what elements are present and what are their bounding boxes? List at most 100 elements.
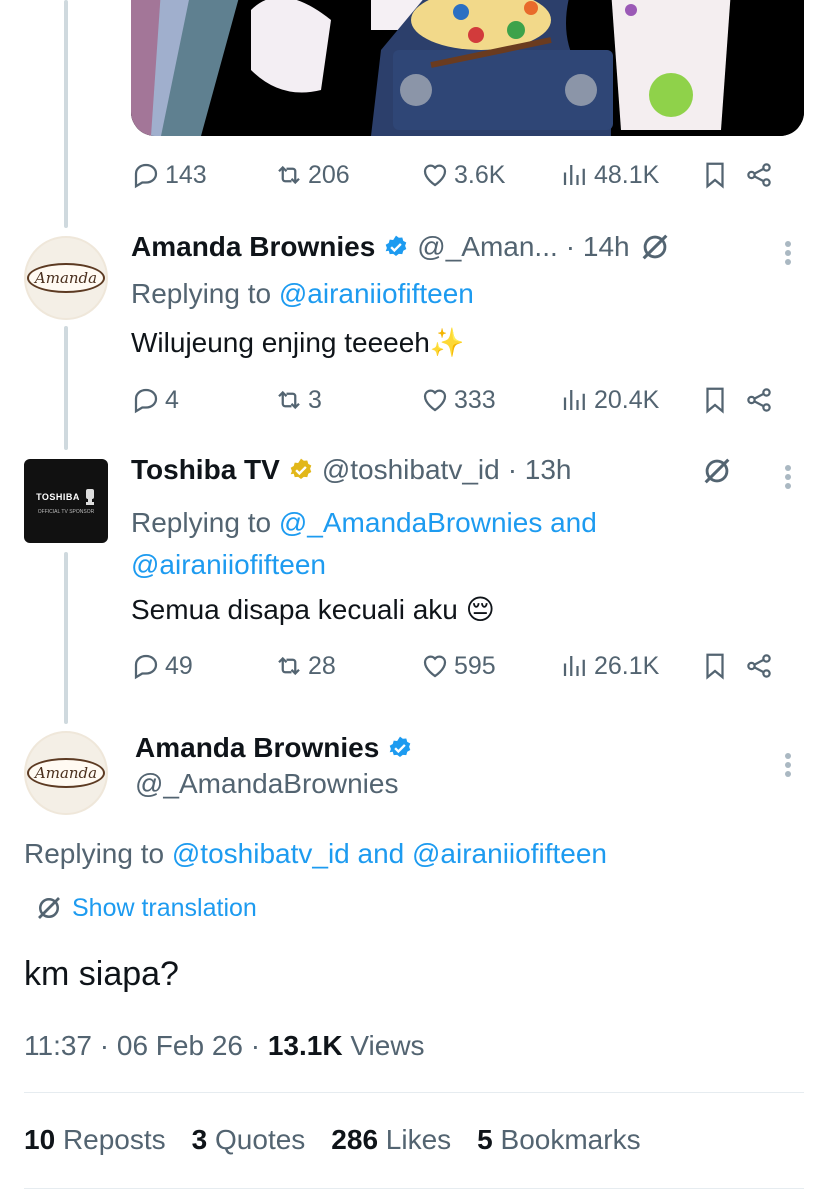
views-action[interactable]: 20.4K	[560, 385, 700, 415]
tweet-media-image[interactable]	[131, 0, 804, 136]
replying-to-link[interactable]: @toshibatv_id and @airaniiofifteen	[172, 838, 607, 869]
more-options-icon[interactable]	[784, 750, 792, 780]
thread-line	[64, 0, 68, 228]
reply-count: 49	[165, 651, 193, 680]
reply-action[interactable]: 49	[131, 651, 274, 681]
repost-action[interactable]: 3	[274, 385, 420, 415]
tweet-header: Toshiba TV @toshibatv_id · 13h	[131, 454, 572, 486]
repost-count: 206	[308, 160, 350, 189]
like-count: 333	[454, 385, 496, 414]
heart-icon	[423, 655, 447, 678]
heart-icon	[423, 389, 447, 412]
bookmark-action[interactable]	[700, 385, 744, 415]
repost-count: 28	[308, 651, 336, 680]
repost-icon	[278, 390, 300, 410]
timestamp[interactable]: · 14h	[566, 231, 630, 263]
views-action[interactable]: 26.1K	[560, 651, 700, 681]
thread-line	[64, 552, 68, 724]
main-tweet-text: km siapa?	[24, 955, 179, 993]
like-count: 595	[454, 651, 496, 680]
thread-line	[64, 326, 68, 450]
like-action[interactable]: 333	[420, 385, 560, 415]
tweet-text: Semua disapa kecuali aku 😔	[131, 594, 495, 625]
views-action[interactable]: 48.1K	[560, 160, 700, 190]
bookmarks-stat[interactable]: 5 Bookmarks	[477, 1124, 640, 1156]
timestamp[interactable]: · 13h	[508, 454, 572, 486]
quotes-stat[interactable]: 3 Quotes	[192, 1124, 306, 1156]
display-name[interactable]: Amanda Brownies	[135, 732, 379, 764]
main-tweet-author: Amanda Brownies @_AmandaBrownies	[135, 732, 413, 800]
display-name[interactable]: Toshiba TV	[131, 454, 280, 486]
tweet-header: Amanda Brownies @_Aman... · 14h	[131, 230, 672, 264]
anime-illustration-image	[131, 0, 804, 136]
replying-to-label: Replying to	[131, 507, 272, 538]
divider	[24, 1188, 804, 1189]
tweet-timestamp[interactable]: 11:37 · 06 Feb 26 ·	[24, 1030, 260, 1061]
share-action[interactable]	[744, 160, 774, 190]
replying-to-label: Replying to	[131, 278, 272, 309]
show-translation-button[interactable]: Show translation	[34, 893, 257, 923]
bookmark-icon	[706, 387, 724, 414]
display-name[interactable]: Amanda Brownies	[131, 231, 375, 263]
views-count: 20.4K	[594, 385, 660, 414]
replying-to: Replying to @_AmandaBrownies and @airani…	[131, 502, 597, 586]
verified-badge-icon	[385, 235, 407, 256]
replying-to-label: Replying to	[24, 838, 165, 869]
views-count: 13.1K	[267, 1030, 343, 1061]
reply-icon	[134, 163, 158, 189]
reply-count: 4	[165, 385, 179, 414]
replying-to-link[interactable]: @_AmandaBrownies and	[279, 507, 597, 538]
reply2-actions: 49 28 595 26.1K	[131, 644, 808, 688]
avatar-logo-text: Amanda	[26, 758, 106, 788]
replying-to-link[interactable]: @airaniiofifteen	[131, 549, 326, 580]
verified-gold-badge-icon	[290, 458, 312, 479]
avatar[interactable]: Amanda	[24, 236, 108, 320]
share-icon	[747, 654, 771, 678]
top-tweet-actions: 143 206 3.6K 48.1K	[131, 153, 808, 197]
repost-icon	[278, 656, 300, 676]
avatar[interactable]: Amanda	[24, 731, 108, 815]
like-action[interactable]: 3.6K	[420, 160, 560, 190]
bookmark-action[interactable]	[700, 651, 744, 681]
views-icon	[563, 390, 585, 410]
reposts-stat[interactable]: 10 Reposts	[24, 1124, 166, 1156]
heart-icon	[423, 164, 447, 187]
bookmark-icon	[706, 653, 724, 680]
avatar[interactable]: TOSHIBA OFFICIAL TV SPONSOR	[24, 459, 108, 543]
share-icon	[747, 388, 771, 412]
grok-icon	[38, 897, 60, 919]
reply-action[interactable]: 4	[131, 385, 274, 415]
more-options-icon[interactable]	[784, 462, 792, 492]
grok-icon[interactable]	[700, 454, 734, 488]
reply-action[interactable]: 143	[131, 160, 274, 190]
repost-action[interactable]: 206	[274, 160, 420, 190]
repost-count: 3	[308, 385, 322, 414]
handle[interactable]: @_Aman...	[417, 231, 557, 263]
replying-to-link[interactable]: @airaniiofifteen	[279, 278, 474, 309]
replying-to: Replying to @airaniiofifteen	[131, 278, 474, 310]
like-action[interactable]: 595	[420, 651, 560, 681]
views-count: 48.1K	[594, 160, 660, 189]
share-action[interactable]	[744, 385, 774, 415]
grok-icon[interactable]	[638, 230, 672, 264]
engagement-row: 10 Reposts 3 Quotes 286 Likes 5 Bookmark…	[24, 1124, 641, 1156]
divider	[24, 1092, 804, 1093]
repost-action[interactable]: 28	[274, 651, 420, 681]
avatar-brand-text: TOSHIBA	[36, 491, 80, 502]
more-options-icon[interactable]	[784, 238, 792, 268]
views-icon	[563, 656, 585, 676]
handle[interactable]: @_AmandaBrownies	[135, 768, 413, 800]
avatar-logo-text: Amanda	[26, 263, 106, 293]
replying-to: Replying to @toshibatv_id and @airaniiof…	[24, 838, 607, 870]
show-translation-label: Show translation	[72, 893, 257, 922]
tweet-timestamp-row: 11:37 · 06 Feb 26 · 13.1K Views	[24, 1030, 425, 1062]
handle[interactable]: @toshibatv_id	[322, 454, 500, 486]
bookmark-action[interactable]	[700, 160, 744, 190]
like-count: 3.6K	[454, 160, 506, 189]
share-action[interactable]	[744, 651, 774, 681]
verified-badge-icon	[389, 736, 411, 757]
likes-stat[interactable]: 286 Likes	[331, 1124, 451, 1156]
share-icon	[747, 163, 771, 187]
views-label: Views	[350, 1030, 425, 1061]
bookmark-icon	[706, 162, 724, 189]
